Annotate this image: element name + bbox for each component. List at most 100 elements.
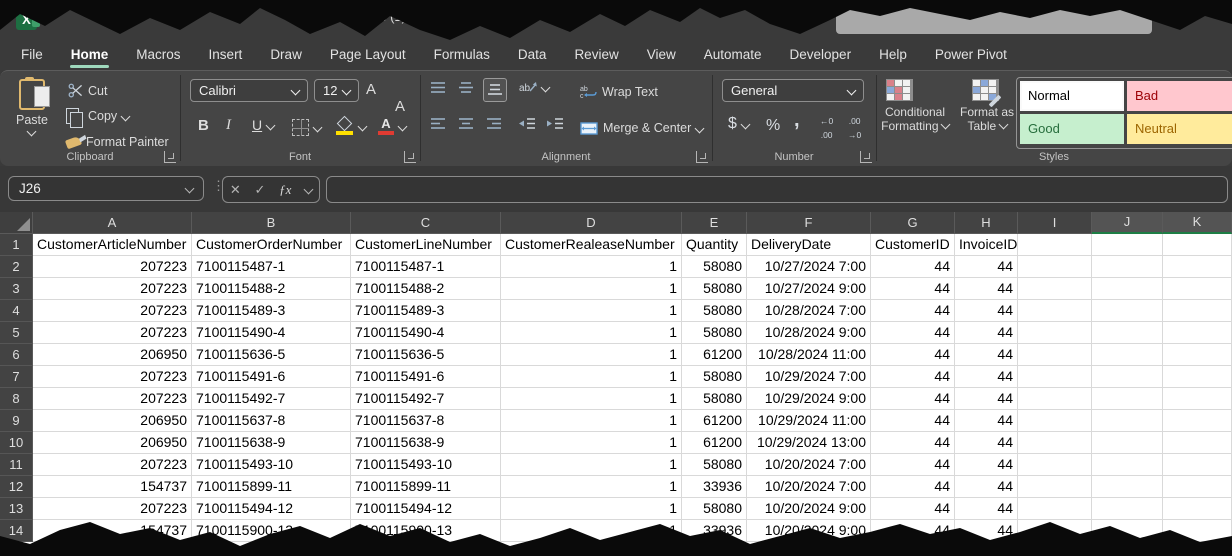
cell-J12[interactable] — [1092, 476, 1163, 498]
row-header-6[interactable]: 6 — [0, 344, 33, 366]
cell-J2[interactable] — [1092, 256, 1163, 278]
cell-H4[interactable]: 44 — [955, 300, 1018, 322]
cell-C12[interactable]: 7100115899-11 — [351, 476, 501, 498]
cell-F10[interactable]: 10/29/2024 13:00 — [747, 432, 871, 454]
column-header-A[interactable]: A — [33, 212, 192, 234]
cell-H9[interactable]: 44 — [955, 410, 1018, 432]
cell-I12[interactable] — [1018, 476, 1092, 498]
cell-E3[interactable]: 58080 — [682, 278, 747, 300]
cell-E9[interactable]: 61200 — [682, 410, 747, 432]
comma-style-button[interactable]: , — [794, 115, 800, 125]
cell-E5[interactable]: 58080 — [682, 322, 747, 344]
cell-A13[interactable]: 207223 — [33, 498, 192, 520]
cell-J1[interactable] — [1092, 234, 1163, 256]
cell-D6[interactable]: 1 — [501, 344, 682, 366]
cell-B7[interactable]: 7100115491-6 — [192, 366, 351, 388]
cell-E14[interactable]: 33936 — [682, 520, 747, 542]
fill-color-button[interactable] — [336, 117, 366, 135]
cell-A9[interactable]: 206950 — [33, 410, 192, 432]
cell-K2[interactable] — [1163, 256, 1232, 278]
cell-F8[interactable]: 10/29/2024 9:00 — [747, 388, 871, 410]
cell-K4[interactable] — [1163, 300, 1232, 322]
cell-J14[interactable] — [1092, 520, 1163, 542]
cell-D10[interactable]: 1 — [501, 432, 682, 454]
row-header-3[interactable]: 3 — [0, 278, 33, 300]
ribbon-tab-view[interactable]: View — [646, 43, 677, 66]
cell-I7[interactable] — [1018, 366, 1092, 388]
search-input[interactable] — [836, 4, 1152, 34]
cut-button[interactable]: Cut — [68, 83, 107, 98]
cell-I11[interactable] — [1018, 454, 1092, 476]
cell-J11[interactable] — [1092, 454, 1163, 476]
align-top-button[interactable] — [430, 82, 446, 94]
italic-button[interactable]: I — [226, 117, 231, 134]
cell-I4[interactable] — [1018, 300, 1092, 322]
cell-F3[interactable]: 10/27/2024 9:00 — [747, 278, 871, 300]
row-header-2[interactable]: 2 — [0, 256, 33, 278]
cell-C6[interactable]: 7100115636-5 — [351, 344, 501, 366]
cell-F13[interactable]: 10/20/2024 9:00 — [747, 498, 871, 520]
cell-F4[interactable]: 10/28/2024 7:00 — [747, 300, 871, 322]
increase-indent-button[interactable] — [547, 118, 564, 130]
ribbon-tab-automate[interactable]: Automate — [703, 43, 763, 66]
row-header-11[interactable]: 11 — [0, 454, 33, 476]
wrap-text-button[interactable]: abc Wrap Text — [580, 85, 658, 99]
cell-C13[interactable]: 7100115494-12 — [351, 498, 501, 520]
insert-function-icon[interactable]: ƒx — [279, 182, 291, 198]
cell-B1[interactable]: CustomerOrderNumber — [192, 234, 351, 256]
cancel-icon[interactable]: ✕ — [230, 182, 241, 198]
cell-I14[interactable] — [1018, 520, 1092, 542]
cell-G7[interactable]: 44 — [871, 366, 955, 388]
cell-H12[interactable]: 44 — [955, 476, 1018, 498]
cell-K12[interactable] — [1163, 476, 1232, 498]
cell-B3[interactable]: 7100115488-2 — [192, 278, 351, 300]
cell-B6[interactable]: 7100115636-5 — [192, 344, 351, 366]
cell-style-neutral[interactable]: Neutral — [1127, 114, 1232, 144]
cell-G10[interactable]: 44 — [871, 432, 955, 454]
orientation-button[interactable]: ab — [519, 80, 549, 94]
cell-K10[interactable] — [1163, 432, 1232, 454]
cell-C3[interactable]: 7100115488-2 — [351, 278, 501, 300]
column-header-K[interactable]: K — [1163, 212, 1232, 234]
cell-C1[interactable]: CustomerLineNumber — [351, 234, 501, 256]
cell-K1[interactable] — [1163, 234, 1232, 256]
cell-H8[interactable]: 44 — [955, 388, 1018, 410]
cell-B8[interactable]: 7100115492-7 — [192, 388, 351, 410]
cell-H11[interactable]: 44 — [955, 454, 1018, 476]
clipboard-dialog-launcher-icon[interactable] — [164, 151, 176, 163]
cell-I6[interactable] — [1018, 344, 1092, 366]
ribbon-tab-formulas[interactable]: Formulas — [433, 43, 491, 66]
cell-A12[interactable]: 154737 — [33, 476, 192, 498]
ribbon-tab-home[interactable]: Home — [70, 43, 110, 66]
ribbon-tab-help[interactable]: Help — [878, 43, 908, 66]
cell-A2[interactable]: 207223 — [33, 256, 192, 278]
cell-E12[interactable]: 33936 — [682, 476, 747, 498]
row-header-4[interactable]: 4 — [0, 300, 33, 322]
cell-F12[interactable]: 10/20/2024 7:00 — [747, 476, 871, 498]
conditional-formatting-button[interactable]: Conditional Formatting — [886, 79, 913, 101]
cell-B4[interactable]: 7100115489-3 — [192, 300, 351, 322]
row-header-7[interactable]: 7 — [0, 366, 33, 388]
cell-J4[interactable] — [1092, 300, 1163, 322]
cell-K7[interactable] — [1163, 366, 1232, 388]
cell-B9[interactable]: 7100115637-8 — [192, 410, 351, 432]
cell-B5[interactable]: 7100115490-4 — [192, 322, 351, 344]
decrease-indent-button[interactable] — [519, 118, 536, 130]
cell-H13[interactable]: 44 — [955, 498, 1018, 520]
align-bottom-button-selected[interactable] — [483, 78, 507, 102]
cell-G13[interactable]: 44 — [871, 498, 955, 520]
column-header-B[interactable]: B — [192, 212, 351, 234]
align-center-button[interactable] — [458, 118, 474, 130]
ribbon-tab-insert[interactable]: Insert — [208, 43, 244, 66]
cell-C10[interactable]: 7100115638-9 — [351, 432, 501, 454]
row-header-12[interactable]: 12 — [0, 476, 33, 498]
cell-K6[interactable] — [1163, 344, 1232, 366]
bold-button[interactable]: B — [198, 117, 209, 134]
number-dialog-launcher-icon[interactable] — [860, 151, 872, 163]
formula-input[interactable] — [326, 176, 1228, 203]
cell-E4[interactable]: 58080 — [682, 300, 747, 322]
cell-C11[interactable]: 7100115493-10 — [351, 454, 501, 476]
cell-B10[interactable]: 7100115638-9 — [192, 432, 351, 454]
cell-G8[interactable]: 44 — [871, 388, 955, 410]
cell-D2[interactable]: 1 — [501, 256, 682, 278]
